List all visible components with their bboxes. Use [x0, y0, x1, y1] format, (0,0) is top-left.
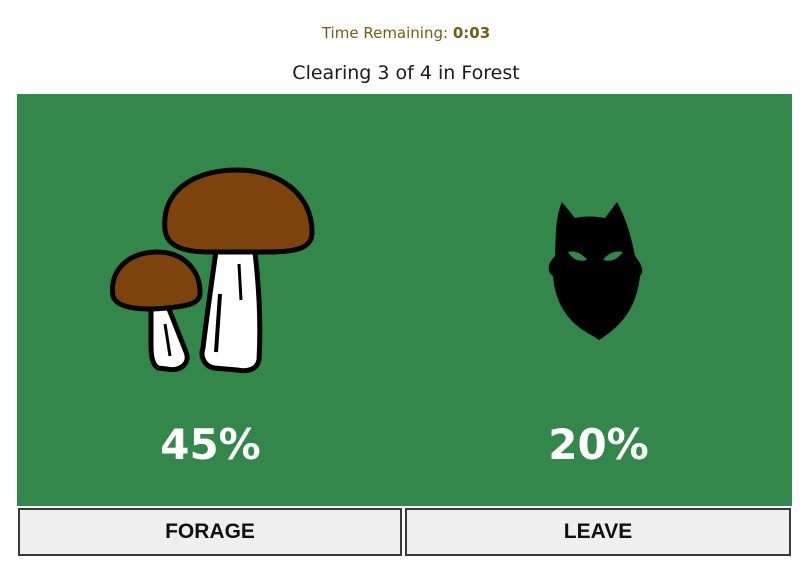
- forage-option: 45%: [17, 94, 404, 506]
- leave-button[interactable]: LEAVE: [405, 508, 791, 556]
- forage-button[interactable]: FORAGE: [18, 508, 402, 556]
- game-screen: Time Remaining: 0:03 Clearing 3 of 4 in …: [0, 0, 812, 580]
- clearing-heading: Clearing 3 of 4 in Forest: [292, 62, 520, 84]
- forest-clearing-panel: 45% 20%: [17, 94, 792, 506]
- time-remaining: Time Remaining: 0:03: [0, 24, 812, 42]
- wolf-probability: 20%: [548, 420, 649, 469]
- time-remaining-label: Time Remaining:: [321, 24, 449, 42]
- leave-option: 20%: [405, 94, 792, 506]
- time-remaining-value: 0:03: [452, 24, 491, 42]
- forage-probability: 45%: [160, 420, 261, 469]
